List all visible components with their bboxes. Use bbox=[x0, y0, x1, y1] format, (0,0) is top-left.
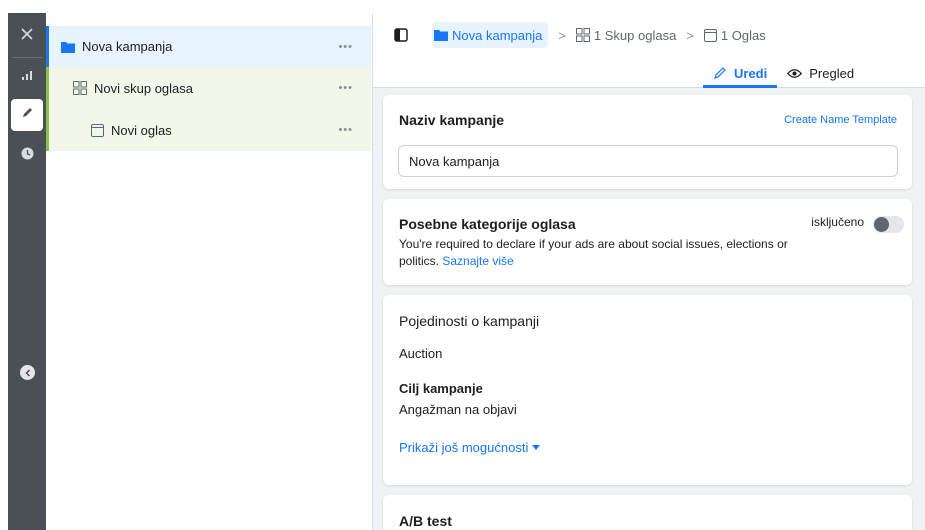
grid-icon bbox=[73, 81, 87, 95]
more-options-icon[interactable]: ••• bbox=[338, 41, 353, 53]
ads-manager-editor: Nova kampanja ••• Novi skup oglasa ••• N… bbox=[0, 0, 925, 530]
show-more-label: Prikaži još mogućnosti bbox=[399, 440, 529, 455]
history-button[interactable] bbox=[11, 140, 43, 172]
card-description: You're required to declare if your ads a… bbox=[399, 236, 789, 270]
toggle-knob bbox=[874, 217, 889, 232]
tree-item-label: Nova kampanja bbox=[82, 39, 173, 54]
learn-more-link[interactable]: Saznajte više bbox=[442, 254, 513, 268]
card-title: A/B test bbox=[399, 513, 452, 529]
campaign-details-card: Pojedinosti o kampanji Auction Cilj kamp… bbox=[383, 295, 912, 485]
sidebar-toggle-icon bbox=[394, 27, 408, 47]
breadcrumb-label: 1 Skup oglasa bbox=[593, 27, 677, 43]
breadcrumb-separator: > bbox=[686, 27, 694, 43]
tab-review[interactable]: Pregled bbox=[777, 58, 864, 88]
ab-test-card: A/B test bbox=[383, 495, 912, 530]
card-title: Posebne kategorije oglasa bbox=[399, 216, 576, 232]
campaign-tree: Nova kampanja ••• Novi skup oglasa ••• N… bbox=[46, 26, 371, 530]
pencil-icon bbox=[21, 106, 34, 124]
create-name-template-link[interactable]: Create Name Template bbox=[784, 114, 897, 126]
chevron-left-icon bbox=[24, 364, 32, 382]
tab-label: Uredi bbox=[734, 65, 768, 81]
pencil-icon bbox=[713, 66, 727, 80]
ad-icon bbox=[703, 28, 717, 42]
left-rail bbox=[8, 13, 46, 530]
clock-icon bbox=[21, 147, 34, 165]
close-icon bbox=[21, 27, 33, 45]
toggle-label: isključeno bbox=[811, 215, 864, 229]
special-categories-toggle[interactable] bbox=[873, 216, 904, 233]
caret-down-icon bbox=[532, 445, 541, 450]
edit-button[interactable] bbox=[11, 99, 43, 131]
more-options-icon[interactable]: ••• bbox=[338, 124, 353, 136]
breadcrumb: Nova kampanja > 1 Skup oglasa > 1 Oglas bbox=[432, 22, 766, 48]
breadcrumb-ad[interactable]: 1 Oglas bbox=[703, 27, 766, 43]
tab-edit[interactable]: Uredi bbox=[703, 58, 778, 88]
collapse-rail-button[interactable] bbox=[20, 365, 35, 380]
campaign-name-card: Naziv kampanje Create Name Template Nova… bbox=[383, 95, 912, 189]
more-options-icon[interactable]: ••• bbox=[338, 82, 353, 94]
folder-icon bbox=[434, 29, 448, 41]
breadcrumb-label: Nova kampanja bbox=[452, 27, 543, 43]
breadcrumb-campaign[interactable]: Nova kampanja bbox=[432, 22, 549, 48]
breadcrumb-adset[interactable]: 1 Skup oglasa bbox=[575, 27, 677, 43]
breadcrumb-label: 1 Oglas bbox=[720, 27, 766, 43]
editor-tabs: Uredi Pregled bbox=[703, 58, 864, 88]
editor-header: Nova kampanja > 1 Skup oglasa > 1 Oglas bbox=[373, 13, 925, 88]
special-ad-categories-card: Posebne kategorije oglasa You're require… bbox=[383, 199, 912, 285]
card-title: Naziv kampanje bbox=[399, 112, 505, 128]
objective-value: Angažman na objavi bbox=[399, 402, 517, 417]
tree-item-adset[interactable]: Novi skup oglasa ••• bbox=[46, 67, 371, 109]
eye-icon bbox=[787, 68, 803, 79]
toggle-tree-button[interactable] bbox=[391, 27, 411, 47]
ad-icon bbox=[91, 123, 104, 137]
buying-type-value: Auction bbox=[399, 346, 443, 361]
tree-item-campaign[interactable]: Nova kampanja ••• bbox=[46, 26, 371, 67]
rail-divider bbox=[12, 57, 42, 58]
bar-chart-icon bbox=[21, 68, 33, 86]
reporting-button[interactable] bbox=[11, 61, 43, 93]
close-button[interactable] bbox=[11, 20, 43, 52]
campaign-name-input[interactable]: Nova kampanja bbox=[398, 145, 898, 177]
objective-label: Cilj kampanje bbox=[399, 381, 483, 396]
grid-icon bbox=[575, 28, 590, 42]
editor-panel: Nova kampanja > 1 Skup oglasa > 1 Oglas bbox=[373, 13, 925, 530]
card-title: Pojedinosti o kampanji bbox=[399, 313, 540, 329]
tree-item-ad[interactable]: Novi oglas ••• bbox=[46, 109, 371, 151]
tree-item-label: Novi skup oglasa bbox=[94, 80, 193, 96]
breadcrumb-separator: > bbox=[558, 27, 566, 43]
tree-item-label: Novi oglas bbox=[111, 122, 172, 138]
folder-icon bbox=[61, 41, 75, 53]
tab-label: Pregled bbox=[809, 65, 855, 81]
show-more-options-link[interactable]: Prikaži još mogućnosti bbox=[399, 440, 541, 455]
